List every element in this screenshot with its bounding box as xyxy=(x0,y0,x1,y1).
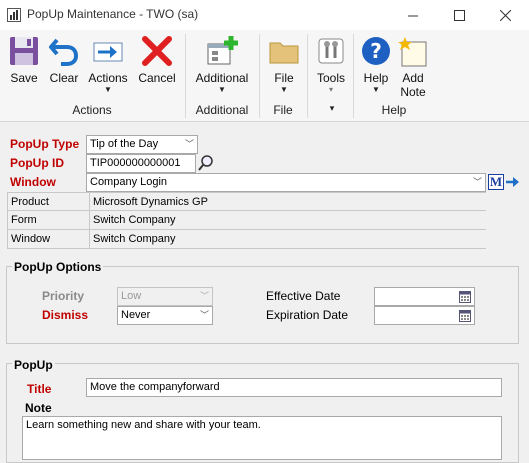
clear-label: Clear xyxy=(49,71,79,85)
additional-label: Additional xyxy=(195,71,249,85)
window-title: PopUp Maintenance - TWO (sa) xyxy=(27,7,199,21)
group-label-help: Help xyxy=(381,103,407,117)
modifier-m-icon[interactable]: M xyxy=(488,174,504,190)
cancel-x-icon xyxy=(142,36,172,66)
dismiss-label: Dismiss xyxy=(42,308,89,322)
undo-arrow-icon xyxy=(49,38,79,66)
minimize-button[interactable] xyxy=(390,0,436,30)
form-value: Switch Company xyxy=(89,211,486,230)
window-detail-value: Switch Company xyxy=(89,230,486,249)
tools-group-expander[interactable]: ▾ xyxy=(322,103,342,114)
go-to-arrow-icon[interactable] xyxy=(505,175,521,189)
window-value: Company Login xyxy=(90,176,168,188)
save-icon xyxy=(10,37,38,65)
add-note-button[interactable]: Add Note xyxy=(395,32,431,102)
chevron-down-icon: ﹀ xyxy=(199,291,209,301)
popup-type-label: PopUp Type xyxy=(10,137,80,151)
expiration-date-label: Expiration Date xyxy=(266,308,349,322)
priority-label: Priority xyxy=(42,289,85,303)
title-value: Move the companyforward xyxy=(90,381,220,393)
window-dropdown[interactable]: Company Login ﹀ xyxy=(86,173,486,192)
cancel-label: Cancel xyxy=(138,71,176,85)
chevron-down-icon: ﹀ xyxy=(199,310,209,320)
note-value: Learn something new and share with your … xyxy=(26,419,261,431)
help-button[interactable]: ? Help ▼ xyxy=(359,32,393,102)
chevron-down-icon: ▼ xyxy=(372,85,380,94)
expiration-date-field[interactable] xyxy=(374,306,475,325)
app-icon xyxy=(7,8,21,22)
dismiss-value: Never xyxy=(121,309,151,321)
save-label: Save xyxy=(10,71,38,85)
window-detail-row: Window Switch Company xyxy=(7,230,486,249)
chevron-down-icon: ▼ xyxy=(280,85,288,94)
actions-label: Actions xyxy=(88,71,128,85)
title-label: Title xyxy=(27,382,52,396)
effective-date-label: Effective Date xyxy=(266,289,341,303)
popup-type-dropdown[interactable]: Tip of the Day ﹀ xyxy=(86,135,198,154)
priority-value: Low xyxy=(121,290,142,302)
additional-button[interactable]: Additional ▼ xyxy=(191,32,253,102)
note-textarea[interactable]: Learn something new and share with your … xyxy=(22,416,502,460)
add-note-label: Add Note xyxy=(400,71,426,99)
ribbon: Save Clear Actions ▼ Cancel Additional ▼… xyxy=(0,30,529,122)
product-label: Product xyxy=(11,196,49,208)
chevron-down-icon: ▼ xyxy=(218,85,226,94)
effective-date-field[interactable] xyxy=(374,287,475,306)
product-value: Microsoft Dynamics GP xyxy=(89,193,486,212)
chevron-down-icon: ﹀ xyxy=(472,177,482,187)
add-note-icon xyxy=(398,37,427,67)
maximize-icon xyxy=(453,9,465,21)
actions-button[interactable]: Actions ▼ xyxy=(86,32,130,102)
group-separator xyxy=(307,34,308,118)
priority-dropdown[interactable]: Low ﹀ xyxy=(117,287,213,306)
title-bar: PopUp Maintenance - TWO (sa) xyxy=(0,0,529,30)
popup-section-title: PopUp xyxy=(12,358,55,372)
clear-button[interactable]: Clear xyxy=(46,32,82,102)
chevron-down-icon: ▼ xyxy=(104,85,112,94)
tools-button[interactable]: Tools ▾ xyxy=(314,32,348,102)
help-label: Help xyxy=(363,71,389,85)
file-label: File xyxy=(274,71,294,85)
help-icon: ? xyxy=(362,37,390,65)
chevron-down-icon: ▾ xyxy=(328,85,333,94)
popup-id-value: TIP000000000001 xyxy=(90,157,181,169)
lookup-magnifier-icon[interactable] xyxy=(197,154,215,172)
dismiss-dropdown[interactable]: Never ﹀ xyxy=(117,306,213,325)
calendar-icon[interactable] xyxy=(459,310,471,322)
tools-icon xyxy=(318,38,344,64)
minimize-icon xyxy=(407,15,418,16)
chevron-down-icon: ﹀ xyxy=(184,139,194,149)
close-window-button[interactable] xyxy=(482,0,528,30)
popup-id-field[interactable]: TIP000000000001 xyxy=(86,154,196,173)
window-label: Window xyxy=(10,175,56,189)
title-input[interactable]: Move the companyforward xyxy=(86,378,502,397)
popup-id-label: PopUp ID xyxy=(10,156,64,170)
maximize-button[interactable] xyxy=(436,0,482,30)
actions-arrow-icon xyxy=(93,42,123,62)
form-row: Form Switch Company xyxy=(7,211,486,230)
save-button[interactable]: Save xyxy=(6,32,42,102)
svg-text:?: ? xyxy=(370,39,382,63)
close-icon xyxy=(499,9,511,21)
cancel-button[interactable]: Cancel xyxy=(136,32,178,102)
form-label: Form xyxy=(11,214,37,226)
group-label-additional: Additional xyxy=(195,103,249,117)
window-detail-label: Window xyxy=(11,233,51,245)
additional-window-icon xyxy=(207,36,238,65)
file-button[interactable]: File ▼ xyxy=(267,32,301,102)
tools-label: Tools xyxy=(316,71,345,85)
popup-options-title: PopUp Options xyxy=(12,260,104,274)
group-label-actions: Actions xyxy=(72,103,112,117)
folder-icon xyxy=(269,42,299,64)
group-label-file: File xyxy=(273,103,293,117)
popup-type-value: Tip of the Day xyxy=(90,138,159,150)
product-row: Product Microsoft Dynamics GP xyxy=(7,192,486,212)
calendar-icon[interactable] xyxy=(459,291,471,303)
